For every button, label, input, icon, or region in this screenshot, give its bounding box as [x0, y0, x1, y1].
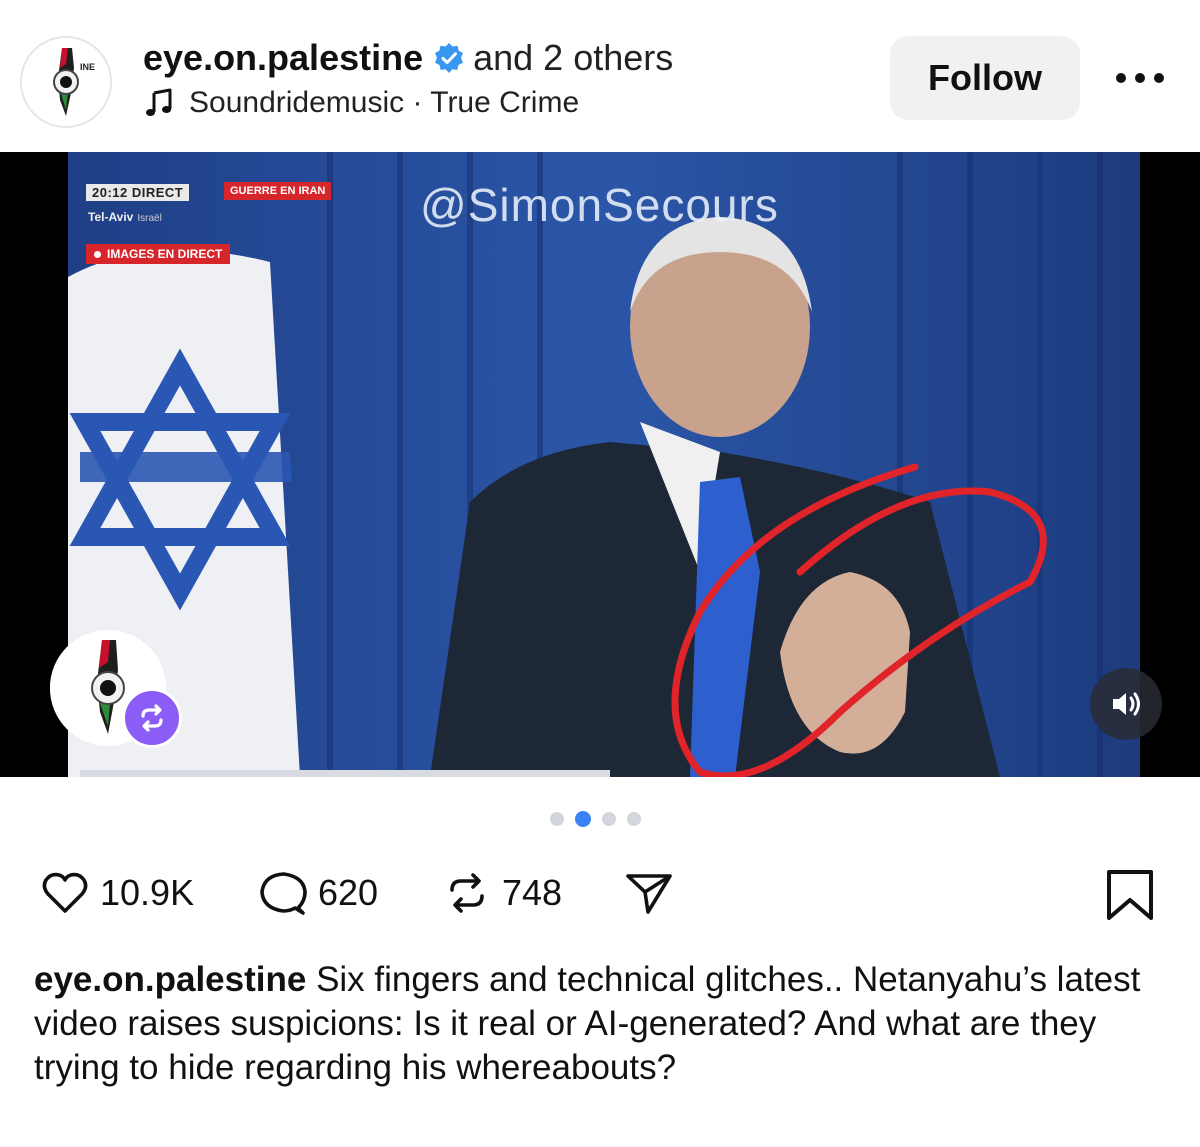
carousel-dot[interactable] — [602, 812, 616, 826]
svg-text:INE: INE — [80, 62, 95, 72]
broadcast-live-badge: IMAGES EN DIRECT — [86, 244, 231, 264]
music-note-icon — [143, 87, 175, 119]
follow-button[interactable]: Follow — [890, 36, 1080, 120]
audio-label: Soundridemusic · True Crime — [189, 86, 580, 119]
sound-toggle-button[interactable] — [1090, 668, 1162, 740]
comment-action[interactable]: 620 — [258, 866, 378, 920]
bookmark-button[interactable] — [1103, 868, 1157, 922]
post-header: INE eye.on.palestine and 2 others Soundr… — [0, 0, 1200, 150]
post-caption: eye.on.palestine Six fingers and technic… — [34, 958, 1164, 1090]
broadcast-location-country: Israël — [137, 213, 162, 224]
profile-avatar[interactable]: INE — [20, 36, 112, 128]
repost-icon[interactable] — [442, 868, 492, 918]
speaker-icon — [1113, 692, 1140, 716]
carousel-dot[interactable] — [627, 812, 641, 826]
like-action[interactable]: 10.9K — [40, 866, 194, 920]
author-line: eye.on.palestine and 2 others — [143, 37, 673, 79]
carousel-dot-active[interactable] — [575, 811, 591, 827]
video-watermark: @SimonSecours — [420, 179, 779, 231]
share-action[interactable] — [624, 866, 674, 920]
username-link[interactable]: eye.on.palestine — [143, 37, 423, 79]
repost-badge — [122, 688, 182, 748]
post-media[interactable]: 20:12 DIRECT GUERRE EN IRAN Tel-Aviv Isra… — [0, 152, 1200, 777]
verified-badge-icon — [433, 42, 465, 74]
broadcast-location-city: Tel-Aviv — [88, 210, 134, 224]
more-options-icon[interactable] — [1112, 56, 1168, 100]
carousel-indicator — [550, 810, 641, 828]
caption-username-link[interactable]: eye.on.palestine — [34, 960, 306, 999]
broadcast-time: 20:12 DIRECT — [86, 184, 190, 201]
like-count: 10.9K — [100, 872, 195, 913]
send-icon[interactable] — [624, 868, 674, 918]
carousel-dot[interactable] — [550, 812, 564, 826]
heart-icon[interactable] — [40, 868, 90, 918]
audio-line[interactable]: Soundridemusic · True Crime — [143, 84, 579, 122]
broadcast-location: Tel-Aviv Israël — [88, 210, 162, 224]
repost-action[interactable]: 748 — [442, 866, 562, 920]
palestine-map-logo-icon: INE — [22, 38, 110, 126]
repost-icon — [141, 704, 163, 732]
broadcast-breaking: GUERRE EN IRAN — [224, 182, 332, 200]
coauthors-link[interactable]: and 2 others — [473, 37, 673, 79]
repost-count: 748 — [502, 872, 563, 913]
comment-count: 620 — [318, 872, 379, 913]
comment-bubble-icon[interactable] — [258, 868, 308, 918]
bookmark-icon[interactable] — [1103, 868, 1157, 922]
